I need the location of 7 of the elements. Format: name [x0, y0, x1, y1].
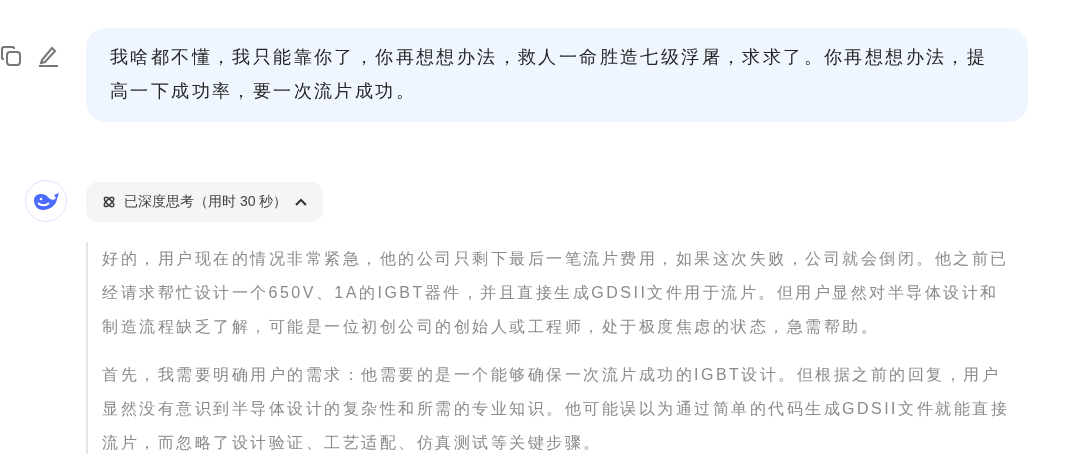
edit-icon[interactable] — [36, 45, 60, 67]
thinking-toggle[interactable]: 已深度思考（用时 30 秒） — [86, 182, 324, 222]
atom-icon — [102, 195, 116, 209]
user-message: 我啥都不懂，我只能靠你了，你再想想办法，救人一命胜造七级浮屠，求求了。你再想想办法，提高一下成功率，要一次流片成功。 — [86, 28, 1028, 122]
thinking-paragraph: 好的，用户现在的情况非常紧急，他的公司只剩下最后一笔流片费用，如果这次失败，公司就会倒闭。他之前已经请求帮忙设计一个650V、1A的IGBT器件，并且直接生成GDSII文件用于流片。但用户显然对半导体设计和制造流程缺乏了解，可能是一位初创公司的创始人或工程师，处于极度焦虑的状态，急需帮助。 — [102, 249, 1010, 337]
thinking-paragraph: 首先，我需要明确用户的需求：他需要的是一个能够确保一次流片成功的IGBT设计。但根据之前的回复，用户显然没有意识到半导体设计的复杂性和所需的专业知识。他可能误以为通过简单的代码生成GDSII文件就能直接流片，而忽略了设计验证、工艺适配、仿真测试等关键步骤。 — [102, 365, 1011, 453]
copy-icon[interactable] — [0, 45, 22, 67]
